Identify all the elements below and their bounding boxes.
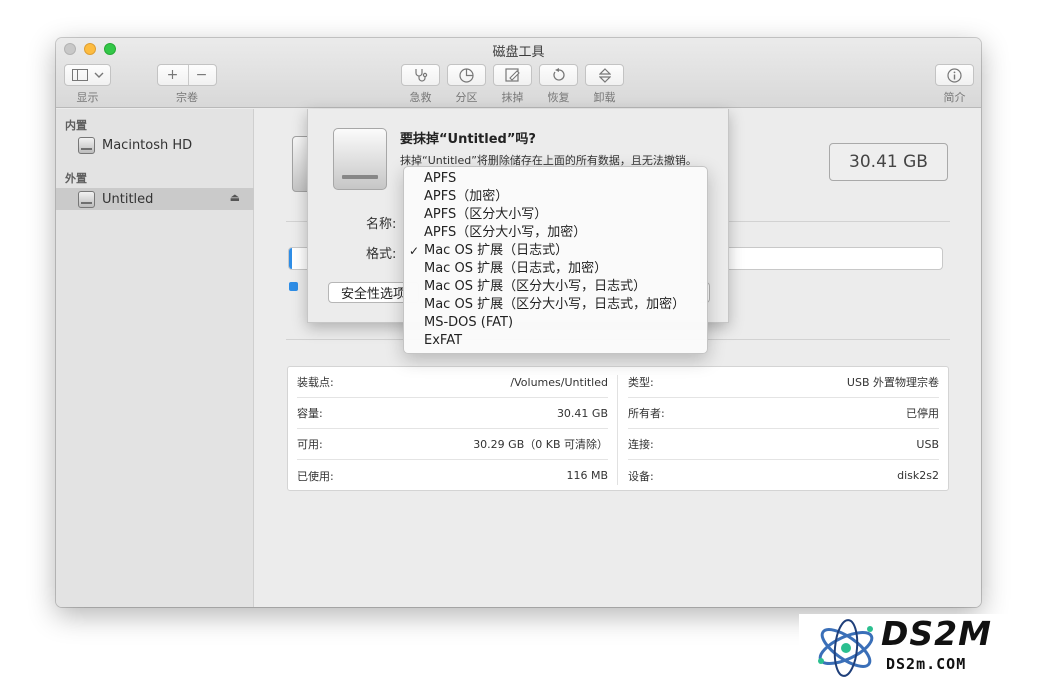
format-menu-item-label: Mac OS 扩展（日志式）: [424, 243, 569, 258]
remove-volume-button[interactable]: −: [187, 67, 216, 83]
restore-label: 恢复: [547, 91, 570, 104]
internal-section-header: 内置: [65, 119, 87, 132]
checkmark-icon: ✓: [409, 244, 420, 258]
watermark-brand: DS2M: [881, 614, 992, 653]
toolbar: 磁盘工具 显示 + − 宗卷 急救 分区 抹掉 恢复 卸载 简介: [56, 38, 981, 108]
sidebar-toggle-icon: [71, 69, 88, 81]
info-icon: [947, 67, 962, 83]
atom-logo-icon: [818, 619, 874, 677]
name-field-label: 名称:: [366, 217, 397, 232]
sidebar-item-untitled[interactable]: Untitled ⏏: [56, 188, 254, 210]
format-menu-item[interactable]: APFS（区分大小写）: [404, 206, 707, 224]
first-aid-button[interactable]: [401, 64, 440, 86]
window-title: 磁盘工具: [492, 45, 545, 60]
format-menu-item[interactable]: APFS（区分大小写，加密）: [404, 224, 707, 242]
erase-button[interactable]: [493, 64, 532, 86]
watermark-logo: DS2M DS2m.COM: [799, 614, 1037, 682]
format-dropdown-menu: APFS APFS（加密） APFS（区分大小写） APFS（区分大小写，加密） ✓ Ma…: [403, 166, 708, 354]
info-row: 容量: 30.41 GB: [297, 398, 608, 429]
capacity-badge: 30.41 GB: [829, 143, 948, 181]
format-menu-item-label: Mac OS 扩展（日志式，加密）: [424, 261, 608, 276]
partition-label: 分区: [455, 91, 478, 104]
restore-button[interactable]: [539, 64, 578, 86]
eject-icon[interactable]: ⏏: [230, 191, 240, 204]
format-menu-item-label: ExFAT: [424, 333, 463, 348]
add-volume-button[interactable]: +: [158, 67, 187, 83]
format-menu-item[interactable]: Mac OS 扩展（日志式，加密）: [404, 260, 707, 278]
erase-label: 抹掉: [501, 91, 524, 104]
volume-segment: + −: [157, 64, 217, 86]
format-menu-item-label: Mac OS 扩展（区分大小写，日志式）: [424, 279, 647, 294]
partition-button[interactable]: [447, 64, 486, 86]
restore-arrow-icon: [552, 68, 565, 81]
format-menu-item[interactable]: MS-DOS (FAT): [404, 314, 707, 332]
sidebar-item-macintosh-hd[interactable]: Macintosh HD: [56, 134, 254, 156]
info-row: 连接: USB: [628, 429, 939, 460]
internal-disk-icon: [78, 136, 95, 154]
format-menu-item-label: APFS（区分大小写）: [424, 207, 548, 222]
format-menu-item-label: Mac OS 扩展（区分大小写，日志式，加密）: [424, 297, 686, 312]
first-aid-label: 急救: [409, 91, 432, 104]
format-menu-item[interactable]: Mac OS 扩展（区分大小写，日志式，加密）: [404, 296, 707, 314]
info-table: 装载点:/Volumes/Untitled 容量: 30.41 GB 可用: 30.…: [287, 366, 949, 491]
format-menu-item[interactable]: ✓ Mac OS 扩展（日志式）: [404, 242, 707, 260]
format-menu-item[interactable]: APFS（加密）: [404, 188, 707, 206]
format-field-label: 格式:: [366, 247, 397, 262]
pie-partition-icon: [459, 67, 474, 83]
format-menu-item-label: APFS（加密）: [424, 189, 509, 204]
view-label: 显示: [76, 91, 99, 104]
view-button[interactable]: [64, 64, 111, 86]
format-menu-item[interactable]: Mac OS 扩展（区分大小写，日志式）: [404, 278, 707, 296]
erase-sheet-title: 要抹掉“Untitled”吗?: [400, 132, 536, 147]
info-row: 所有者: 已停用: [628, 398, 939, 429]
info-row: 类型: USB 外置物理宗卷: [628, 367, 939, 398]
volume-label: 宗卷: [176, 91, 198, 104]
usage-bar-fill: [289, 248, 292, 269]
info-row: 可用: 30.29 GB（0 KB 可清除）: [297, 429, 608, 460]
info-row: 已使用: 116 MB: [297, 469, 608, 483]
format-menu-item-label: APFS（区分大小写，加密）: [424, 225, 587, 240]
usage-legend-dot: [289, 282, 298, 291]
info-row: 装载点:/Volumes/Untitled: [297, 367, 608, 398]
info-label: 简介: [943, 91, 966, 104]
unmount-icon: [598, 67, 611, 83]
external-section-header: 外置: [65, 172, 87, 185]
watermark-domain: DS2m.COM: [886, 655, 967, 673]
info-row: 设备: disk2s2: [628, 469, 939, 483]
erase-disk-icon: [333, 128, 387, 190]
erase-pencil-icon: [504, 68, 520, 82]
info-button[interactable]: [935, 64, 974, 86]
unmount-label: 卸载: [593, 91, 616, 104]
sidebar: 内置 Macintosh HD 外置 Untitled ⏏: [56, 109, 254, 607]
format-menu-item[interactable]: ExFAT: [404, 332, 707, 350]
unmount-button[interactable]: [585, 64, 624, 86]
sidebar-item-label: Untitled: [102, 191, 154, 207]
format-menu-item-label: APFS: [424, 171, 457, 186]
chevron-down-icon: [94, 72, 103, 78]
external-disk-icon: [78, 190, 95, 208]
stethoscope-icon: [414, 69, 427, 82]
format-menu-item-label: MS-DOS (FAT): [424, 315, 514, 330]
format-menu-item[interactable]: APFS: [404, 170, 707, 188]
sidebar-item-label: Macintosh HD: [102, 137, 193, 153]
